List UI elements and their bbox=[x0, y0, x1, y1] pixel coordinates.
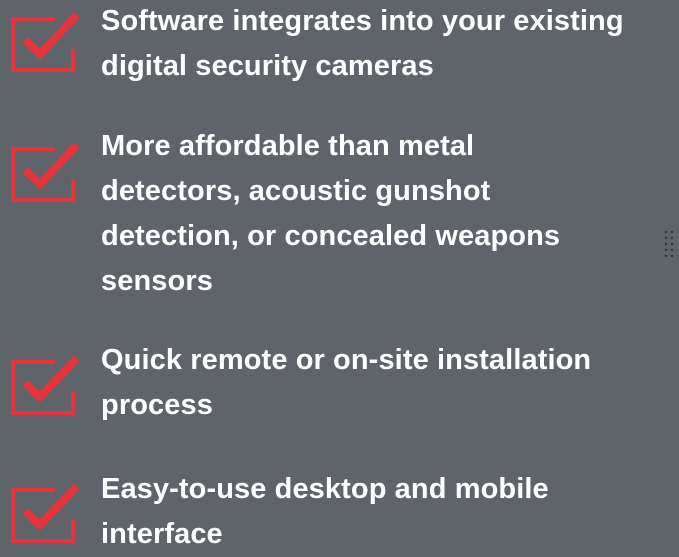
feature-text: Easy-to-use desktop and mobile interface bbox=[101, 467, 671, 557]
feature-text-line: detectors, acoustic gunshot bbox=[101, 175, 491, 207]
drag-handle-dots-icon[interactable] bbox=[663, 229, 677, 261]
feature-list: Software integrates into your existing d… bbox=[0, 0, 679, 550]
feature-text-line: detection, or concealed weapons bbox=[101, 220, 561, 252]
feature-text-line: interface bbox=[101, 518, 223, 550]
checkbox-checked-icon bbox=[9, 7, 79, 73]
feature-text: Software integrates into your existing d… bbox=[101, 0, 671, 89]
feature-text-line: sensors bbox=[101, 265, 213, 297]
feature-text-line: More affordable than metal bbox=[101, 130, 475, 162]
checkbox-checked-icon bbox=[9, 478, 79, 544]
feature-text-line: Quick remote or on-site installation bbox=[101, 344, 592, 376]
feature-text-line: digital security cameras bbox=[101, 50, 434, 82]
feature-text: More affordable than metal detectors, ac… bbox=[101, 124, 671, 304]
feature-text-line: Software integrates into your existing bbox=[101, 5, 624, 37]
feature-text-line: process bbox=[101, 389, 213, 421]
checkbox-checked-icon bbox=[9, 137, 79, 203]
feature-text: Quick remote or on-site installation pro… bbox=[101, 338, 671, 428]
checkbox-checked-icon bbox=[9, 350, 79, 416]
feature-text-line: Easy-to-use desktop and mobile bbox=[101, 473, 549, 505]
